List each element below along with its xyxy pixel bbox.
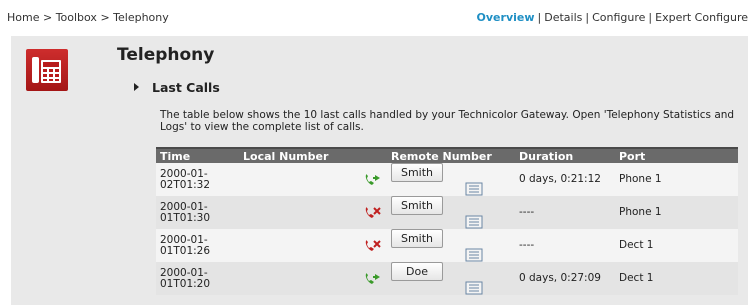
local-number-cell xyxy=(239,163,349,196)
time-cell: 2000-01- 02T01:32 xyxy=(156,163,239,196)
port-cell: Dect 1 xyxy=(615,229,738,262)
table-header-row: Time Local Number Remote Number Duration… xyxy=(156,147,738,163)
phonebook-icon[interactable] xyxy=(465,248,483,262)
local-number-cell xyxy=(239,229,349,262)
telephone-icon xyxy=(26,49,68,91)
column-header-spacer xyxy=(349,147,387,163)
expand-triangle-icon[interactable] xyxy=(134,83,139,91)
nav-link-details[interactable]: Details xyxy=(544,11,582,24)
table-row: 2000-01- 01T01:26 Smith ---- Dect 1 xyxy=(156,229,738,262)
duration-cell: ---- xyxy=(515,196,615,229)
nav-separator: | xyxy=(648,11,653,24)
incoming-call-green-icon xyxy=(365,173,380,185)
description-text: The table below shows the 10 last calls … xyxy=(160,109,735,133)
incoming-call-green-icon xyxy=(365,272,380,284)
remote-contact-button[interactable]: Smith xyxy=(391,163,443,182)
section-last-calls[interactable]: Last Calls xyxy=(134,80,220,95)
nav-link-configure[interactable]: Configure xyxy=(592,11,645,24)
remote-contact-button[interactable]: Smith xyxy=(391,229,443,248)
top-nav-links: Overview | Details | Configure | Expert Config… xyxy=(477,11,748,24)
missed-call-red-icon xyxy=(365,206,381,218)
table-row: 2000-01- 01T01:30 Smith ---- Phone 1 xyxy=(156,196,738,229)
column-header-duration: Duration xyxy=(515,147,615,163)
port-cell: Phone 1 xyxy=(615,196,738,229)
port-cell: Dect 1 xyxy=(615,262,738,295)
time-cell: 2000-01- 01T01:30 xyxy=(156,196,239,229)
page-title: Telephony xyxy=(117,45,215,65)
local-number-cell xyxy=(239,196,349,229)
nav-link-overview[interactable]: Overview xyxy=(477,11,535,24)
duration-cell: ---- xyxy=(515,229,615,262)
duration-cell: 0 days, 0:27:09 xyxy=(515,262,615,295)
calls-table: Time Local Number Remote Number Duration… xyxy=(156,147,738,295)
column-header-time: Time xyxy=(156,147,239,163)
column-header-remote-number: Remote Number xyxy=(387,147,515,163)
phonebook-icon[interactable] xyxy=(465,281,483,295)
column-header-local-number: Local Number xyxy=(239,147,349,163)
breadcrumb[interactable]: Home > Toolbox > Telephony xyxy=(7,11,169,24)
nav-separator: | xyxy=(537,11,542,24)
nav-link-expert-configure[interactable]: Expert Configure xyxy=(655,11,748,24)
remote-contact-button[interactable]: Doe xyxy=(391,262,443,281)
local-number-cell xyxy=(239,262,349,295)
duration-cell: 0 days, 0:21:12 xyxy=(515,163,615,196)
missed-call-red-icon xyxy=(365,239,381,251)
time-cell: 2000-01- 01T01:20 xyxy=(156,262,239,295)
column-header-port: Port xyxy=(615,147,738,163)
port-cell: Phone 1 xyxy=(615,163,738,196)
nav-separator: | xyxy=(585,11,590,24)
phonebook-icon[interactable] xyxy=(465,215,483,229)
remote-contact-button[interactable]: Smith xyxy=(391,196,443,215)
table-row: 2000-01- 02T01:32 Smith 0 days, 0:21:12 P… xyxy=(156,163,738,196)
telephony-panel: Telephony Last Calls The table below sho… xyxy=(11,36,748,305)
section-title: Last Calls xyxy=(152,80,220,95)
table-row: 2000-01- 01T01:20 Doe 0 days, 0:27:09 Dec… xyxy=(156,262,738,295)
phonebook-icon[interactable] xyxy=(465,182,483,196)
time-cell: 2000-01- 01T01:26 xyxy=(156,229,239,262)
top-bar: Home > Toolbox > Telephony Overview | Deta… xyxy=(0,0,748,36)
